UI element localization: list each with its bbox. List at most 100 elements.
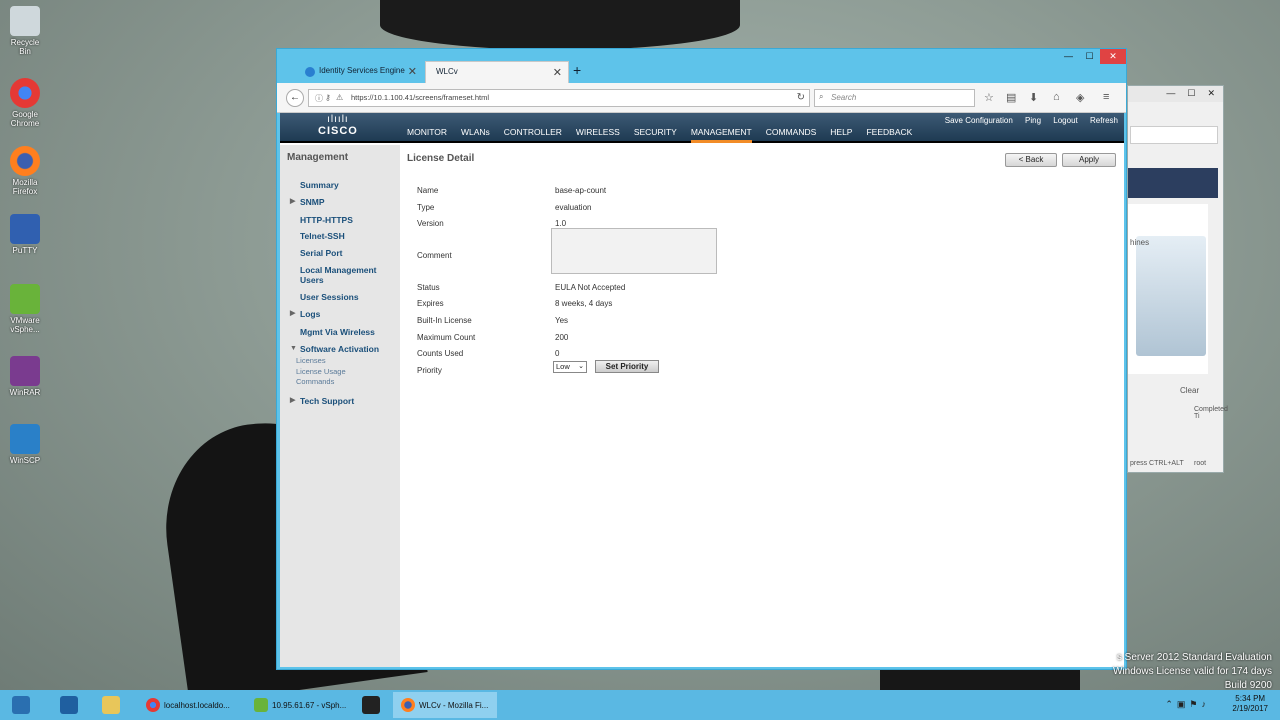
version-value: 1.0	[555, 219, 567, 228]
bookmark-star-icon[interactable]: ☆	[984, 91, 994, 104]
clock[interactable]: 5:34 PM 2/19/2017	[1232, 694, 1268, 714]
sidebar-subitem-licenses[interactable]: Licenses	[296, 356, 326, 366]
powershell-button[interactable]	[52, 692, 92, 718]
sidebar-item-software-activation[interactable]: ▼ Software Activation	[290, 344, 379, 354]
clear-link[interactable]: Clear	[1180, 386, 1199, 395]
main-menu: MONITOR WLANs CONTROLLER WIRELESS SECURI…	[407, 127, 926, 143]
menu-management[interactable]: MANAGEMENT	[690, 127, 752, 143]
folder-icon	[102, 696, 120, 714]
menu-security[interactable]: SECURITY	[634, 127, 677, 143]
file-explorer-button[interactable]	[94, 692, 134, 718]
firefox-window[interactable]: Identity Services Engine ✕ WLCv ✕ + — ☐ …	[276, 48, 1127, 670]
sidebar-item-tech-support[interactable]: ▶ Tech Support	[290, 396, 354, 406]
close-icon[interactable]: ✕	[1207, 88, 1215, 100]
server-illustration	[1136, 236, 1206, 356]
maximize-icon[interactable]: ☐	[1187, 88, 1195, 100]
taskbar-firefox[interactable]: WLCv - Mozilla Fi...	[393, 692, 497, 718]
back-button[interactable]: < Back	[1005, 153, 1057, 167]
hamburger-menu-icon[interactable]: ≡	[1103, 91, 1109, 103]
sidebar-title: Management	[287, 152, 349, 163]
vmware-icon	[10, 284, 40, 314]
search-placeholder: Search	[831, 93, 857, 102]
taskbar-vsphere[interactable]: 10.95.61.67 - vSph...	[246, 692, 350, 718]
vsphere-window[interactable]: — ☐ ✕ hines Clear Completed Ti press CTR…	[1127, 85, 1228, 473]
vsphere-field[interactable]	[1130, 126, 1218, 144]
desktop-icon-recycle-bin[interactable]: Recycle Bin	[4, 6, 46, 56]
sidebar-item-local-management-users[interactable]: Local Management Users	[300, 265, 390, 285]
minimize-icon[interactable]: —	[1166, 88, 1175, 100]
maximum-count-label: Maximum Count	[417, 333, 476, 342]
desktop-icon-label: PuTTY	[12, 246, 38, 255]
sidebar-item-snmp[interactable]: ▶ SNMP	[290, 197, 325, 207]
close-tab-icon[interactable]: ✕	[553, 66, 562, 79]
apply-button[interactable]: Apply	[1062, 153, 1116, 167]
comment-textarea[interactable]	[551, 228, 717, 274]
desktop-icon-putty[interactable]: PuTTY	[4, 214, 46, 255]
priority-label: Priority	[417, 366, 442, 375]
menu-help[interactable]: HELP	[830, 127, 852, 143]
desktop-icon-firefox[interactable]: Mozilla Firefox	[4, 146, 46, 196]
tab-strip: Identity Services Engine ✕ WLCv ✕ + — ☐ …	[277, 49, 1126, 83]
network-icon[interactable]: ▣	[1177, 699, 1190, 709]
status-value: EULA Not Accepted	[555, 283, 626, 292]
desktop-icon-chrome[interactable]: Google Chrome	[4, 78, 46, 128]
close-tab-icon[interactable]: ✕	[408, 65, 417, 78]
tab-wlcv[interactable]: WLCv ✕	[425, 61, 569, 83]
reading-list-icon[interactable]: ▤	[1006, 91, 1016, 104]
clock-time: 5:34 PM	[1235, 694, 1266, 703]
vsphere-titlebar: — ☐ ✕	[1128, 86, 1223, 102]
reload-icon[interactable]: ↻	[797, 92, 805, 103]
system-tray[interactable]: ⌃▣⚑♪	[1165, 699, 1210, 710]
chrome-icon	[10, 78, 40, 108]
back-arrow-icon[interactable]: ←	[286, 89, 304, 107]
tab-label: Identity Services Engine	[319, 66, 405, 75]
info-icon[interactable]: ⓘ	[315, 93, 323, 104]
desktop-icon-winrar[interactable]: WinRAR	[4, 356, 46, 397]
download-icon[interactable]: ⬇	[1029, 91, 1038, 104]
taskbar-chrome[interactable]: localhost.localdo...	[138, 692, 242, 718]
minimize-icon[interactable]: —	[1058, 49, 1079, 64]
set-priority-button[interactable]: Set Priority	[595, 360, 659, 373]
logout-link[interactable]: Logout	[1053, 116, 1077, 125]
sidebar-item-serial-port[interactable]: Serial Port	[300, 248, 343, 258]
save-configuration-link[interactable]: Save Configuration	[945, 116, 1013, 125]
close-icon[interactable]: ✕	[1100, 49, 1126, 64]
menu-feedback[interactable]: FEEDBACK	[866, 127, 912, 143]
maximize-icon[interactable]: ☐	[1079, 49, 1100, 64]
sidebar-subitem-license-usage-commands[interactable]: License Usage Commands	[296, 367, 366, 387]
built-in-license-label: Built-In License	[417, 316, 472, 325]
menu-wireless[interactable]: WIRELESS	[576, 127, 620, 143]
sidebar-item-mgmt-via-wireless[interactable]: Mgmt Via Wireless	[300, 327, 375, 337]
menu-wlans[interactable]: WLANs	[461, 127, 490, 143]
sidebar-item-logs[interactable]: ▶ Logs	[290, 309, 320, 319]
refresh-link[interactable]: Refresh	[1090, 116, 1118, 125]
url-bar[interactable]: ⓘ ⚷ ⚠ https://10.1.100.41/screens/frames…	[308, 89, 810, 107]
menu-monitor[interactable]: MONITOR	[407, 127, 447, 143]
ping-link[interactable]: Ping	[1025, 116, 1041, 125]
globe-icon	[305, 67, 315, 77]
new-tab-icon[interactable]: +	[573, 62, 581, 78]
tab-identity-services-engine[interactable]: Identity Services Engine ✕	[287, 61, 423, 83]
desktop-icon-vmware[interactable]: VMware vSphe...	[4, 284, 46, 334]
sidebar-item-summary[interactable]: Summary	[300, 180, 339, 190]
priority-select[interactable]: Low ⌄	[553, 361, 587, 373]
flag-icon[interactable]: ⚑	[1189, 699, 1201, 709]
watermark-edition: s Server 2012 Standard Evaluation	[1116, 652, 1272, 663]
search-input[interactable]: ⌕ Search	[814, 89, 975, 107]
home-icon[interactable]: ⌂	[1053, 91, 1060, 103]
start-button[interactable]	[4, 692, 44, 718]
chevron-up-icon[interactable]: ⌃	[1165, 699, 1177, 709]
desktop-icon-winscp[interactable]: WinSCP	[4, 424, 46, 465]
navigation-toolbar: ← ⓘ ⚷ ⚠ https://10.1.100.41/screens/fram…	[277, 83, 1126, 113]
pocket-icon[interactable]: ◈	[1076, 91, 1084, 104]
sidebar-item-label: SNMP	[300, 197, 325, 207]
sidebar-item-user-sessions[interactable]: User Sessions	[300, 292, 359, 302]
volume-icon[interactable]: ♪	[1202, 699, 1211, 709]
menu-commands[interactable]: COMMANDS	[766, 127, 817, 143]
chevron-down-icon: ⌄	[578, 363, 584, 370]
taskbar-console[interactable]	[354, 692, 390, 718]
sidebar-item-http-https[interactable]: HTTP-HTTPS	[300, 215, 353, 225]
sidebar-item-telnet-ssh[interactable]: Telnet-SSH	[300, 231, 345, 241]
menu-controller[interactable]: CONTROLLER	[504, 127, 562, 143]
winscp-icon	[10, 424, 40, 454]
